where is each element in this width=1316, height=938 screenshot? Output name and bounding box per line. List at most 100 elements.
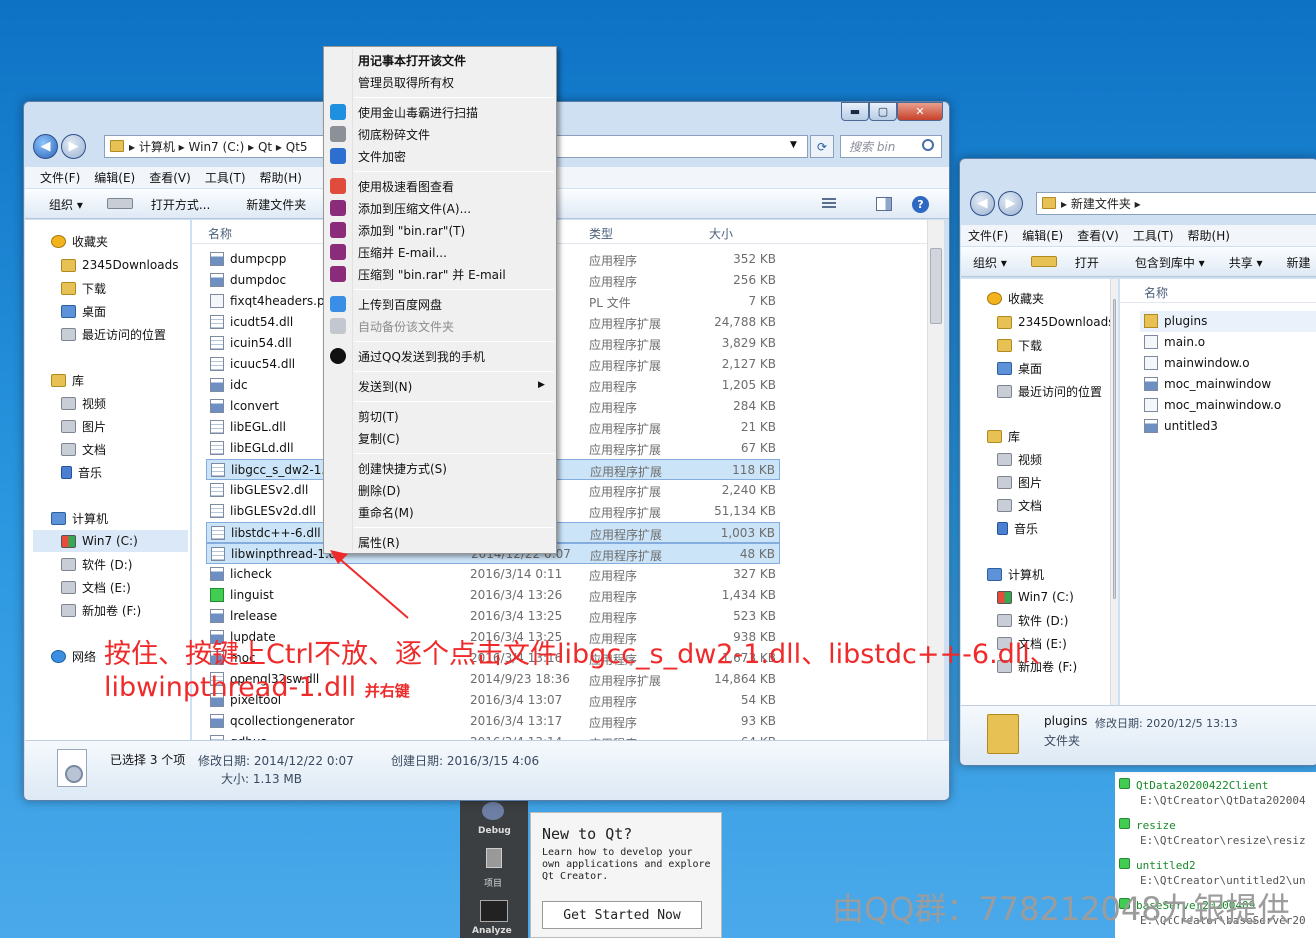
nav-item[interactable]: 最近访问的位置 [997,380,1102,402]
context-menu-item[interactable]: 用记事本打开该文件 [358,50,466,70]
refresh-button[interactable]: ⟳ [810,135,834,158]
context-menu-item[interactable]: 发送到(N) [358,376,412,396]
recent-project[interactable]: resize [1119,818,1176,832]
menu-tools[interactable]: 工具(T) [198,169,253,186]
nav-item[interactable]: 下载 [61,277,106,299]
nav-item[interactable]: 文档 [61,438,106,460]
context-menu-item[interactable]: 压缩到 "bin.rar" 并 E-mail [358,264,506,284]
share-button[interactable]: 共享 ▾ [1217,254,1275,271]
file-row[interactable]: linguist 2016/3/4 13:26 应用程序 1,434 KB [206,585,780,606]
menu-help[interactable]: 帮助(H) [1181,227,1237,244]
view-options-icon[interactable] [822,198,836,210]
context-menu-item[interactable]: 管理员取得所有权 [358,72,454,92]
organize-button[interactable]: 组织 ▾ [961,254,1019,271]
column-name[interactable]: 名称 [208,225,232,242]
nav-favorites[interactable]: 收藏夹 [51,230,108,252]
menu-file[interactable]: 文件(F) [33,169,87,186]
new-folder-button[interactable]: 新建文件夹 [234,196,318,213]
column-size[interactable]: 大小 [709,225,733,242]
context-menu-item[interactable]: 重命名(M) [358,502,414,522]
nav-item[interactable]: 2345Downloads [997,311,1111,333]
recent-project[interactable]: QtData20200422Client [1119,778,1268,792]
address-bar[interactable]: ▸ 新建文件夹 ▸ [1036,192,1316,215]
nav-item[interactable]: 音乐 [997,517,1038,539]
back-button[interactable]: ◀ [970,191,995,216]
file-row[interactable]: mainwindow.o [1140,353,1316,374]
menu-view[interactable]: 查看(V) [1070,227,1126,244]
breadcrumb-drive[interactable]: Win7 (C:) [189,140,245,154]
scroll-thumb[interactable] [930,248,942,324]
nav-drive-selected[interactable]: Win7 (C:) [33,530,188,552]
column-name[interactable]: 名称 [1144,284,1168,301]
context-menu-item[interactable]: 彻底粉碎文件 [358,124,430,144]
nav-item[interactable]: 音乐 [61,461,102,483]
nav-network[interactable]: 网络 [51,645,96,667]
forward-button[interactable]: ▶ [61,134,86,159]
scroll-thumb[interactable] [1113,299,1116,599]
breadcrumb-qt[interactable]: Qt [258,140,272,154]
nav-drive[interactable]: 软件 (D:) [997,609,1068,631]
help-icon[interactable]: ? [912,196,929,213]
maximize-button[interactable]: ▢ [869,102,897,121]
nav-item[interactable]: 最近访问的位置 [61,323,166,345]
file-row[interactable]: moc_mainwindow [1140,374,1316,395]
nav-item[interactable]: 图片 [61,415,106,437]
file-row[interactable]: qcollectiongenerator 2016/3/4 13:17 应用程序 93… [206,711,780,732]
mode-project[interactable]: 项目 [484,876,502,889]
mode-analyze[interactable]: Analyze [472,926,512,936]
nav-item[interactable]: 视频 [61,392,106,414]
context-menu-item[interactable]: 上传到百度网盘 [358,294,442,314]
file-row[interactable]: moc_mainwindow.o [1140,395,1316,416]
new-button[interactable]: 新建 [1275,254,1316,271]
nav-scrollbar[interactable] [1110,279,1118,705]
context-menu-item[interactable]: 压缩并 E-mail... [358,242,447,262]
menu-tools[interactable]: 工具(T) [1126,227,1181,244]
open-button[interactable]: 打开 [1019,254,1123,271]
include-in-library-button[interactable]: 包含到库中 ▾ [1123,254,1217,271]
search-icon[interactable] [922,139,934,151]
back-button[interactable]: ◀ [33,134,58,159]
nav-item[interactable]: 下载 [997,334,1042,356]
nav-computer[interactable]: 计算机 [987,563,1044,585]
context-menu-item[interactable]: 复制(C) [358,428,400,448]
file-row[interactable]: qdbus2016/3/4 13:14应用程序64 KB [206,732,780,740]
menu-view[interactable]: 查看(V) [142,169,198,186]
nav-item[interactable]: 视频 [997,448,1042,470]
open-with-button[interactable]: 打开方式... [95,196,234,213]
nav-library[interactable]: 库 [987,425,1020,447]
file-row[interactable]: main.o [1140,332,1316,353]
context-menu-item[interactable]: 创建快捷方式(S) [358,458,447,478]
nav-drive[interactable]: 文档 (E:) [61,576,131,598]
address-dropdown-icon[interactable]: ▼ [790,140,797,150]
nav-item[interactable]: 图片 [997,471,1042,493]
file-row[interactable]: untitled3 [1140,416,1316,437]
nav-library[interactable]: 库 [51,369,84,391]
forward-button[interactable]: ▶ [998,191,1023,216]
nav-computer[interactable]: 计算机 [51,507,108,529]
nav-item[interactable]: 桌面 [61,300,106,322]
nav-drive[interactable]: 新加卷 (F:) [61,599,141,621]
nav-favorites[interactable]: 收藏夹 [987,287,1044,309]
close-button[interactable]: ✕ [897,102,943,121]
context-menu-item[interactable]: 使用极速看图查看 [358,176,454,196]
context-menu-item[interactable]: 使用金山毒霸进行扫描 [358,102,478,122]
nav-item[interactable]: 文档 [997,494,1042,516]
minimize-button[interactable]: ▬ [841,102,869,121]
context-menu-item[interactable]: 文件加密 [358,146,406,166]
file-row[interactable]: licheck 2016/3/14 0:11 应用程序 327 KB [206,564,780,585]
file-row[interactable]: plugins [1140,311,1316,332]
breadcrumb-computer[interactable]: 计算机 [139,138,175,155]
preview-pane-icon[interactable] [876,197,892,211]
context-menu-item[interactable]: 通过QQ发送到我的手机 [358,346,485,366]
context-menu-item[interactable]: 添加到 "bin.rar"(T) [358,220,465,240]
recent-project[interactable]: untitled2 [1119,858,1196,872]
get-started-button[interactable]: Get Started Now [542,901,702,929]
column-type[interactable]: 类型 [589,225,613,242]
nav-item[interactable]: 桌面 [997,357,1042,379]
menu-help[interactable]: 帮助(H) [253,169,309,186]
breadcrumb-qt5[interactable]: Qt5 [286,140,308,154]
nav-drive[interactable]: 软件 (D:) [61,553,132,575]
menu-edit[interactable]: 编辑(E) [1015,227,1070,244]
organize-button[interactable]: 组织 ▾ [37,196,95,213]
nav-item[interactable]: 2345Downloads [61,254,178,276]
